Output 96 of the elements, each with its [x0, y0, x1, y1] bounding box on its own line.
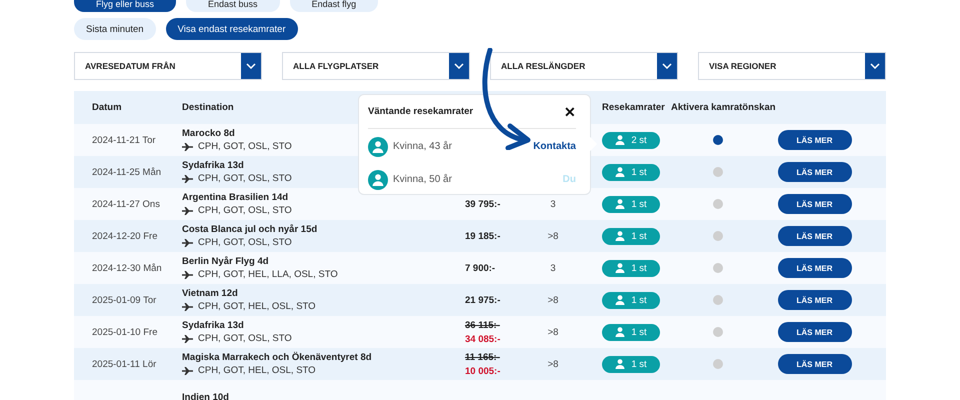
destination-name: Berlin Nyår Flyg 4d — [182, 256, 270, 267]
read-more-button[interactable]: LÄS MER — [778, 130, 852, 150]
avatar-icon — [368, 170, 388, 190]
destination-name: Indien 10d — [182, 392, 230, 400]
read-more-button[interactable]: LÄS MER — [778, 162, 852, 182]
column-header: Destination — [182, 102, 234, 113]
companion-wish-toggle[interactable] — [713, 199, 723, 209]
contact-link[interactable]: Kontakta — [533, 141, 576, 152]
companion-wish-toggle[interactable] — [713, 135, 723, 145]
airplane-icon — [182, 238, 193, 246]
companion-wish-toggle[interactable] — [713, 359, 723, 369]
read-more-button[interactable]: LÄS MER — [778, 226, 852, 246]
destination-name: Costa Blanca jul och nyår 15d — [182, 224, 318, 235]
person-icon — [615, 327, 626, 337]
companion-wish-toggle[interactable] — [713, 231, 723, 241]
person-icon — [615, 295, 626, 305]
airplane-icon — [182, 206, 193, 214]
airport-list: CPH, GOT, OSL, STO — [198, 237, 292, 248]
price: 7 900:- — [465, 262, 496, 274]
quick-filter-button[interactable]: Visa endast resekamrater — [166, 18, 298, 40]
available-places: >8 — [548, 358, 558, 370]
airplane-icon — [182, 142, 193, 150]
airplane-icon — [182, 174, 193, 182]
original-price: 11 165:- — [465, 352, 501, 362]
chevron-down-icon — [246, 63, 256, 69]
destination-name: Vietnam 12d — [182, 288, 239, 299]
column-header: Resekamrater — [602, 102, 665, 113]
filter-dropdown[interactable]: VISA REGIONER — [698, 52, 886, 80]
date-cell-text: 2024-11-25 Mån — [92, 166, 162, 178]
price: 10 005:- — [465, 366, 502, 376]
self-label: Du — [562, 174, 576, 185]
price: 34 085:- — [465, 334, 502, 344]
airplane-icon — [182, 270, 193, 278]
destination-name: Sydafrika 13d — [182, 160, 245, 171]
read-more-button[interactable]: LÄS MER — [778, 258, 852, 278]
column-header: Datum — [92, 102, 122, 113]
person-icon — [615, 199, 626, 209]
person-icon — [615, 167, 626, 177]
destination-name: Marocko 8d — [182, 128, 236, 139]
column-header: Aktivera kamratönskan — [671, 102, 776, 113]
chevron-down-icon — [662, 63, 672, 69]
chevron-down-icon — [454, 63, 464, 69]
price: 39 795:- — [465, 198, 502, 210]
companion-wish-toggle[interactable] — [713, 295, 723, 305]
airport-list: CPH, GOT, HEL, OSL, STO — [198, 365, 316, 376]
destination-name: Magiska Marrakech och Ökenäventyret 8d — [182, 352, 373, 363]
filter-dropdown[interactable]: AVRESEDATUM FRÅN — [74, 52, 262, 80]
read-more-button[interactable]: LÄS MER — [778, 322, 852, 342]
available-places: >8 — [548, 294, 558, 306]
airplane-icon — [182, 302, 193, 310]
person-icon — [615, 359, 626, 369]
date-cell-text: 2025-01-11 Lör — [92, 358, 158, 370]
airplane-icon — [182, 334, 193, 342]
transport-filter-button[interactable]: Flyg eller buss — [74, 0, 176, 12]
airport-list: CPH, GOT, HEL, OSL, STO — [198, 301, 316, 312]
read-more-button[interactable]: LÄS MER — [778, 290, 852, 310]
date-cell-text: 2024-11-21 Tor — [92, 134, 157, 146]
airport-list: CPH, GOT, OSL, STO — [198, 205, 292, 216]
available-places: 3 — [550, 262, 556, 274]
price: 21 975:- — [465, 294, 502, 306]
quick-filter-button[interactable]: Sista minuten — [74, 18, 156, 40]
chevron-down-icon — [870, 63, 880, 69]
destination-name: Sydafrika 13d — [182, 320, 245, 331]
transport-filter-button[interactable]: Endast flyg — [290, 0, 378, 12]
date-cell-text: 2024-12-30 Mån — [92, 262, 163, 274]
destination-name: Argentina Brasilien 14d — [182, 192, 290, 203]
airport-list: CPH, GOT, OSL, STO — [198, 333, 292, 344]
popup-title: Väntande resekamrater — [368, 106, 474, 117]
companion-wish-toggle[interactable] — [713, 263, 723, 273]
read-more-button[interactable]: LÄS MER — [778, 194, 852, 214]
airport-list: CPH, GOT, OSL, STO — [198, 141, 292, 152]
transport-filter-button[interactable]: Endast buss — [186, 0, 280, 12]
read-more-button[interactable]: LÄS MER — [778, 354, 852, 374]
airplane-icon — [182, 366, 193, 374]
close-button[interactable]: ✕ — [564, 104, 576, 120]
avatar-icon — [368, 136, 388, 156]
person-icon — [615, 135, 626, 145]
person-icon — [615, 263, 626, 273]
companion-wish-toggle[interactable] — [713, 167, 723, 177]
companion-label: Kvinna, 43 år — [393, 141, 453, 152]
companion-wish-toggle[interactable] — [713, 327, 723, 337]
original-price: 36 115:- — [465, 320, 501, 330]
date-cell-text: 2024-12-20 Fre — [92, 230, 158, 242]
filter-dropdown[interactable]: ALLA RESLÄNGDER — [490, 52, 678, 80]
available-places: >8 — [548, 230, 558, 242]
available-places: 3 — [550, 198, 556, 210]
filter-dropdown[interactable]: ALLA FLYGPLATSER — [282, 52, 470, 80]
airport-list: CPH, GOT, OSL, STO — [198, 173, 292, 184]
date-cell-text: 2025-01-10 Fre — [92, 326, 158, 338]
airport-list: CPH, GOT, HEL, LLA, OSL, STO — [198, 269, 338, 280]
available-places: >8 — [548, 326, 558, 338]
date-cell-text: 2024-11-27 Ons — [92, 198, 161, 210]
price: 19 185:- — [465, 230, 502, 242]
companion-label: Kvinna, 50 år — [393, 174, 453, 185]
person-icon — [615, 231, 626, 241]
date-cell-text: 2025-01-09 Tor — [92, 294, 158, 306]
